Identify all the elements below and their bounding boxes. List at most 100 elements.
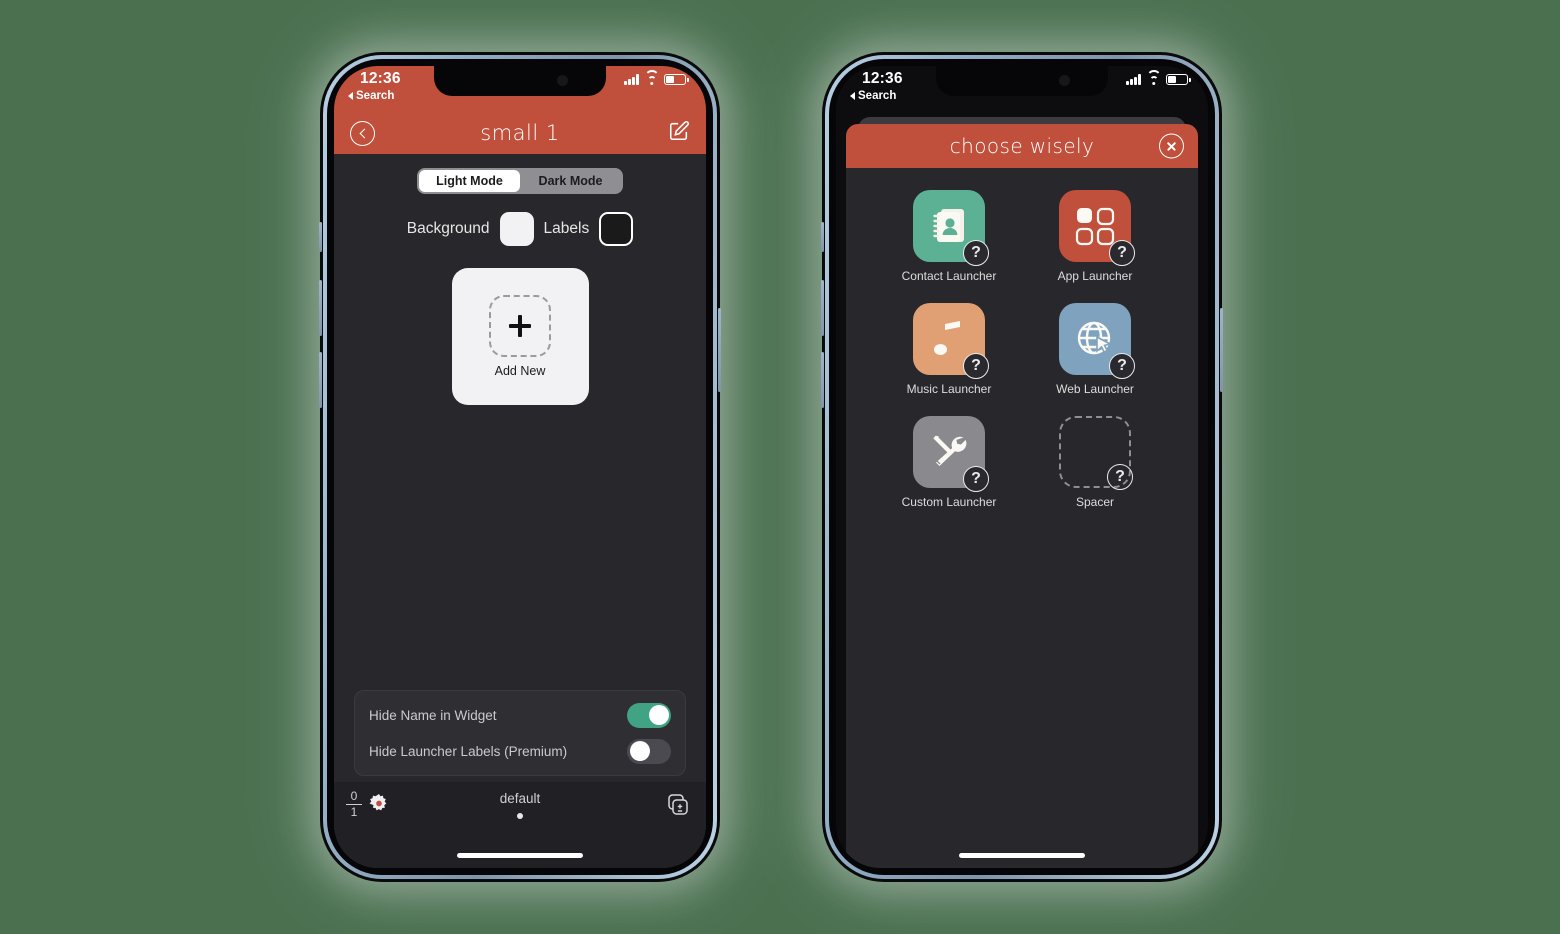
- right-phone-device: 12:36 Search choose wisely ? Contact Lau…: [821, 52, 1223, 882]
- launcher-label: Web Launcher: [1056, 382, 1134, 396]
- globe-cursor-glyph: [1077, 321, 1113, 355]
- contact-book-glyph: [933, 209, 964, 242]
- front-camera: [557, 75, 568, 86]
- contact-book-icon: ?: [912, 190, 989, 266]
- globe-cursor-icon: ?: [1059, 303, 1135, 379]
- status-bar-time: 12:36: [862, 70, 903, 87]
- launcher-tile-app[interactable]: ? App Launcher: [1057, 190, 1135, 283]
- left-phone-device: 12:36 Search small 1 Light Mode Dark Mod…: [319, 52, 721, 882]
- launcher-tile-custom[interactable]: ? Custom Launcher: [901, 416, 997, 509]
- duplicate-layers-icon: [668, 794, 688, 815]
- help-badge[interactable]: ?: [1108, 240, 1135, 266]
- sheet-title: choose wisely: [949, 134, 1095, 158]
- back-triangle-icon: [850, 92, 855, 100]
- launcher-tile-music[interactable]: ? Music Launcher: [906, 303, 992, 396]
- volume-up-button[interactable]: [319, 280, 322, 336]
- labels-color-swatch[interactable]: [599, 212, 634, 246]
- mute-switch[interactable]: [319, 222, 322, 252]
- right-phone-screen: 12:36 Search choose wisely ? Contact Lau…: [836, 66, 1208, 868]
- status-bar-back-label: Search: [858, 90, 897, 102]
- status-bar-back-to-search[interactable]: Search: [348, 90, 394, 102]
- add-new-button[interactable]: [489, 295, 551, 357]
- labels-color-label: Labels: [543, 220, 590, 237]
- device-notch: [434, 66, 606, 96]
- widget-preview-card: Add New: [451, 268, 589, 405]
- page-selector[interactable]: default: [334, 791, 706, 819]
- help-badge[interactable]: ?: [963, 466, 989, 492]
- edit-button[interactable]: [668, 120, 690, 147]
- hide-launcher-labels-label: Hide Launcher Labels (Premium): [369, 743, 568, 759]
- close-button[interactable]: [1159, 133, 1184, 159]
- launcher-tile-web[interactable]: ? Web Launcher: [1056, 303, 1135, 396]
- home-indicator[interactable]: [457, 853, 583, 858]
- wifi-icon: [644, 70, 659, 85]
- add-new-label: Add New: [494, 364, 546, 378]
- mute-switch[interactable]: [821, 222, 824, 252]
- bottom-toolbar: 0 1 default: [334, 782, 706, 868]
- app-grid-icon: ?: [1058, 190, 1135, 266]
- status-bar-back-to-search[interactable]: Search: [850, 90, 896, 102]
- help-badge[interactable]: ?: [962, 240, 989, 266]
- back-chevron-icon: [350, 120, 375, 146]
- app-grid-glyph: [1075, 207, 1115, 246]
- launcher-tile-spacer[interactable]: ? Spacer: [1059, 416, 1133, 509]
- compose-edit-icon: [669, 120, 689, 140]
- duplicate-button[interactable]: [664, 792, 690, 823]
- launcher-tile-contact[interactable]: ? Contact Launcher: [901, 190, 997, 283]
- battery-icon: [1166, 74, 1191, 85]
- launcher-label: Contact Launcher: [901, 269, 997, 283]
- battery-icon: [664, 74, 689, 85]
- close-x-icon: [1159, 133, 1184, 159]
- power-button[interactable]: [718, 308, 721, 392]
- left-phone-screen: 12:36 Search small 1 Light Mode Dark Mod…: [334, 66, 706, 868]
- hide-name-label: Hide Name in Widget: [369, 707, 497, 723]
- appearance-mode-segmented-control[interactable]: Light Mode Dark Mode: [417, 168, 623, 194]
- home-indicator[interactable]: [959, 853, 1085, 858]
- launcher-label: Music Launcher: [906, 382, 992, 396]
- tab-dark-mode[interactable]: Dark Mode: [520, 170, 621, 192]
- status-bar-time: 12:36: [360, 70, 401, 87]
- hide-name-toggle[interactable]: [627, 702, 671, 728]
- music-note-glyph: [934, 321, 960, 355]
- toggle-row-hide-launcher-labels: Hide Launcher Labels (Premium): [369, 733, 671, 769]
- background-color-swatch[interactable]: [499, 212, 534, 246]
- cellular-bars-icon: [624, 74, 639, 85]
- music-note-icon: ?: [913, 303, 989, 379]
- launcher-label: Spacer: [1075, 495, 1115, 509]
- tools-glyph: [933, 435, 967, 466]
- hide-launcher-labels-toggle[interactable]: [627, 738, 671, 764]
- launcher-label: App Launcher: [1057, 269, 1133, 283]
- device-notch: [936, 66, 1108, 96]
- left-phone-content: Light Mode Dark Mode Background Labels A…: [334, 154, 706, 868]
- page-name: default: [499, 791, 541, 806]
- power-button[interactable]: [1220, 308, 1223, 392]
- status-bar-back-label: Search: [356, 90, 395, 102]
- help-badge[interactable]: ?: [1107, 464, 1133, 490]
- help-badge[interactable]: ?: [963, 353, 989, 379]
- tab-light-mode[interactable]: Light Mode: [419, 170, 520, 192]
- sheet-header: choose wisely: [846, 124, 1198, 168]
- launcher-label: Custom Launcher: [901, 495, 997, 509]
- launcher-grid: ? Contact Launcher ? App Launcher ? Musi…: [846, 168, 1198, 509]
- volume-down-button[interactable]: [821, 352, 824, 408]
- help-badge[interactable]: ?: [1109, 353, 1135, 379]
- page-title: small 1: [480, 121, 560, 145]
- right-phone-content: choose wisely ? Contact Launcher ? App L…: [836, 112, 1208, 868]
- toggle-row-hide-name: Hide Name in Widget: [369, 697, 671, 733]
- volume-up-button[interactable]: [821, 280, 824, 336]
- cellular-bars-icon: [1126, 74, 1141, 85]
- plus-icon: [509, 315, 531, 337]
- options-panel: Hide Name in Widget Hide Launcher Labels…: [354, 690, 686, 776]
- screenshot-stage: 12:36 Search small 1 Light Mode Dark Mod…: [0, 0, 1560, 934]
- front-camera: [1059, 75, 1070, 86]
- color-picker-row: Background Labels: [334, 212, 706, 246]
- volume-down-button[interactable]: [319, 352, 322, 408]
- left-nav-bar: small 1: [334, 112, 706, 154]
- toggle-knob: [648, 705, 669, 725]
- background-color-label: Background: [406, 220, 490, 237]
- back-triangle-icon: [348, 92, 353, 100]
- back-button[interactable]: [350, 120, 375, 146]
- choose-launcher-sheet: choose wisely ? Contact Launcher ? App L…: [846, 124, 1198, 868]
- status-bar-indicators: [1126, 70, 1191, 85]
- status-bar-indicators: [624, 70, 689, 85]
